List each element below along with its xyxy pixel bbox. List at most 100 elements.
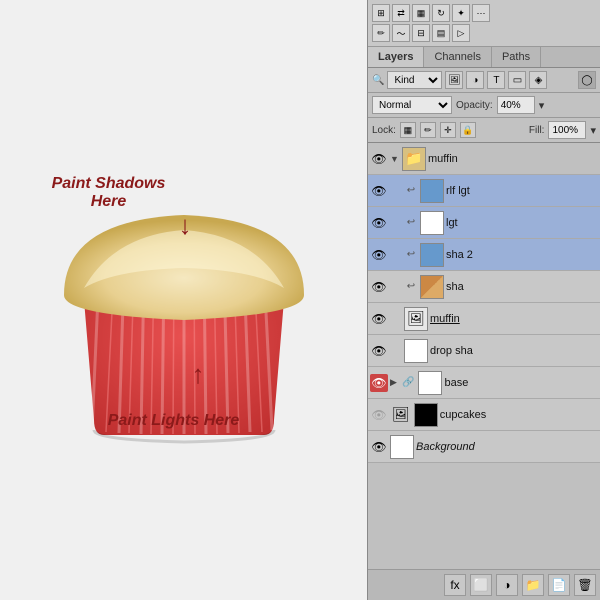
eye-sha[interactable]: 👁 (370, 278, 388, 296)
link-sha[interactable]: ↩ (404, 280, 418, 294)
kind-select[interactable]: Kind (387, 71, 442, 89)
layer-sha[interactable]: 👁 ↩ sha (368, 271, 600, 303)
brush-icon[interactable]: ⊟ (412, 24, 430, 42)
group-arrow-base[interactable]: ▶ (390, 377, 400, 388)
eye-background[interactable]: 👁 (370, 438, 388, 456)
tab-paths[interactable]: Paths (492, 47, 541, 67)
blend-mode-select[interactable]: Normal (372, 96, 452, 114)
fill-arrow[interactable]: ▾ (590, 124, 596, 137)
thumb-rlf-lgt (420, 179, 444, 203)
wave-icon[interactable]: 〜 (392, 24, 410, 42)
thumb-background (390, 435, 414, 459)
filter-adjust-icon[interactable]: ◑ (466, 71, 484, 89)
thumb-drop-sha (404, 339, 428, 363)
layers-icon[interactable]: ▦ (412, 4, 430, 22)
layer-name-muffin-smart: muffin (430, 313, 598, 325)
layer-name-base: base (444, 377, 598, 389)
eye-sha2[interactable]: 👁 (370, 246, 388, 264)
lock-label: Lock: (372, 125, 396, 136)
eye-rlf-lgt[interactable]: 👁 (370, 182, 388, 200)
adjustment-button[interactable]: ◑ (496, 574, 518, 596)
mask-button[interactable]: ⬜ (470, 574, 492, 596)
paint-lights-label: Paint Lights Here (94, 412, 254, 430)
move-lock-icon[interactable]: ✛ (440, 122, 456, 138)
smart-group-icon-cupcakes: 🖼 (392, 406, 410, 423)
layer-drop-sha[interactable]: 👁 drop sha (368, 335, 600, 367)
thumb-cupcakes (414, 403, 438, 427)
brush-lock-icon[interactable]: ✏ (420, 122, 436, 138)
filter-toggle[interactable]: ◯ (578, 71, 596, 89)
canvas-area: Paint Shadows Here ↓ Paint Lights Here ↑ (0, 0, 367, 600)
link-rlf-lgt[interactable]: ↩ (404, 184, 418, 198)
eye-lgt[interactable]: 👁 (370, 214, 388, 232)
layer-muffin-smart[interactable]: 👁 🖼 muffin (368, 303, 600, 335)
filter-img-icon[interactable]: 🖼 (445, 71, 463, 89)
panel-toolbar: ⊞ ⇄ ▦ ↻ ✦ ⋯ ✏ 〜 ⊟ ▤ ▷ (368, 0, 600, 47)
layer-sha2[interactable]: 👁 ↩ sha 2 (368, 239, 600, 271)
layer-base[interactable]: 👁 ▶ 🔗 base (368, 367, 600, 399)
rotate-icon[interactable]: ↻ (432, 4, 450, 22)
tab-channels[interactable]: Channels (424, 47, 491, 67)
group-button[interactable]: 📁 (522, 574, 544, 596)
layers-panel: ⊞ ⇄ ▦ ↻ ✦ ⋯ ✏ 〜 ⊟ ▤ ▷ Layers Channels Pa… (367, 0, 600, 600)
layer-name-muffin-group: muffin (428, 153, 598, 165)
lock-padlock-icon[interactable]: 🔒 (460, 122, 476, 138)
layer-muffin-group[interactable]: 👁 ▼ 📁 muffin (368, 143, 600, 175)
pencil-icon[interactable]: ✏ (372, 24, 390, 42)
thumb-muffin-smart: 🖼 (404, 307, 428, 331)
filter-type-icon[interactable]: T (487, 71, 505, 89)
opacity-input[interactable] (497, 96, 535, 114)
layer-cupcakes[interactable]: 👁 🖼 cupcakes (368, 399, 600, 431)
fill-input[interactable] (548, 121, 586, 139)
filter-row: 🔍 Kind 🖼 ◑ T ▭ ◈ ◯ (368, 68, 600, 93)
grid2-icon[interactable]: ▤ (432, 24, 450, 42)
arrow-up-icon: ↑ (192, 359, 205, 390)
layers-list: 👁 ▼ 📁 muffin 👁 ↩ rlf lgt 👁 ↩ lgt 👁 ↩ (368, 143, 600, 569)
link-lgt[interactable]: ↩ (404, 216, 418, 230)
tab-bar: Layers Channels Paths (368, 47, 600, 68)
eye-muffin-group[interactable]: 👁 (370, 150, 388, 168)
layer-name-rlf-lgt: rlf lgt (446, 185, 598, 197)
layer-name-sha: sha (446, 281, 598, 293)
layer-rlf-lgt[interactable]: 👁 ↩ rlf lgt (368, 175, 600, 207)
opacity-label: Opacity: (456, 100, 493, 111)
filter-shape-icon[interactable]: ▭ (508, 71, 526, 89)
layer-name-drop-sha: drop sha (430, 345, 598, 357)
paint-shadows-label: Paint Shadows Here (39, 175, 179, 211)
fill-label: Fill: (529, 125, 545, 136)
toolbar-row-2: ✏ 〜 ⊟ ▤ ▷ (372, 24, 596, 42)
star-icon[interactable]: ✦ (452, 4, 470, 22)
layer-background[interactable]: 👁 Background (368, 431, 600, 463)
link-sha2[interactable]: ↩ (404, 248, 418, 262)
layer-lgt[interactable]: 👁 ↩ lgt (368, 207, 600, 239)
group-thumb-muffin: 📁 (402, 147, 426, 171)
dots-icon[interactable]: ⋯ (472, 4, 490, 22)
group-arrow-muffin[interactable]: ▼ (390, 154, 400, 164)
delete-button[interactable]: 🗑 (574, 574, 596, 596)
eye-muffin-smart[interactable]: 👁 (370, 310, 388, 328)
toolbar-row-1: ⊞ ⇄ ▦ ↻ ✦ ⋯ (372, 4, 596, 22)
triangle-icon[interactable]: ▷ (452, 24, 470, 42)
thumb-sha2 (420, 243, 444, 267)
chain-icon-base: 🔗 (402, 377, 414, 388)
tab-layers[interactable]: Layers (368, 47, 424, 67)
filter-smart-icon[interactable]: ◈ (529, 71, 547, 89)
layer-name-sha2: sha 2 (446, 249, 598, 261)
mask-thumb-base (418, 371, 442, 395)
fx-button[interactable]: fx (444, 574, 466, 596)
thumb-sha (420, 275, 444, 299)
opacity-arrow[interactable]: ▾ (539, 99, 545, 112)
checkerboard-lock-icon[interactable]: ▦ (400, 122, 416, 138)
grid-icon[interactable]: ⊞ (372, 4, 390, 22)
eye-base[interactable]: 👁 (370, 374, 388, 392)
eye-drop-sha[interactable]: 👁 (370, 342, 388, 360)
eye-cupcakes[interactable]: 👁 (370, 406, 388, 424)
thumb-lgt (420, 211, 444, 235)
new-layer-button[interactable]: 📄 (548, 574, 570, 596)
layer-name-background: Background (416, 441, 598, 453)
layer-name-lgt: lgt (446, 217, 598, 229)
arrange-icon[interactable]: ⇄ (392, 4, 410, 22)
panel-bottom: fx ⬜ ◑ 📁 📄 🗑 (368, 569, 600, 600)
layer-name-cupcakes: cupcakes (440, 409, 598, 421)
arrow-down-icon: ↓ (179, 210, 192, 241)
